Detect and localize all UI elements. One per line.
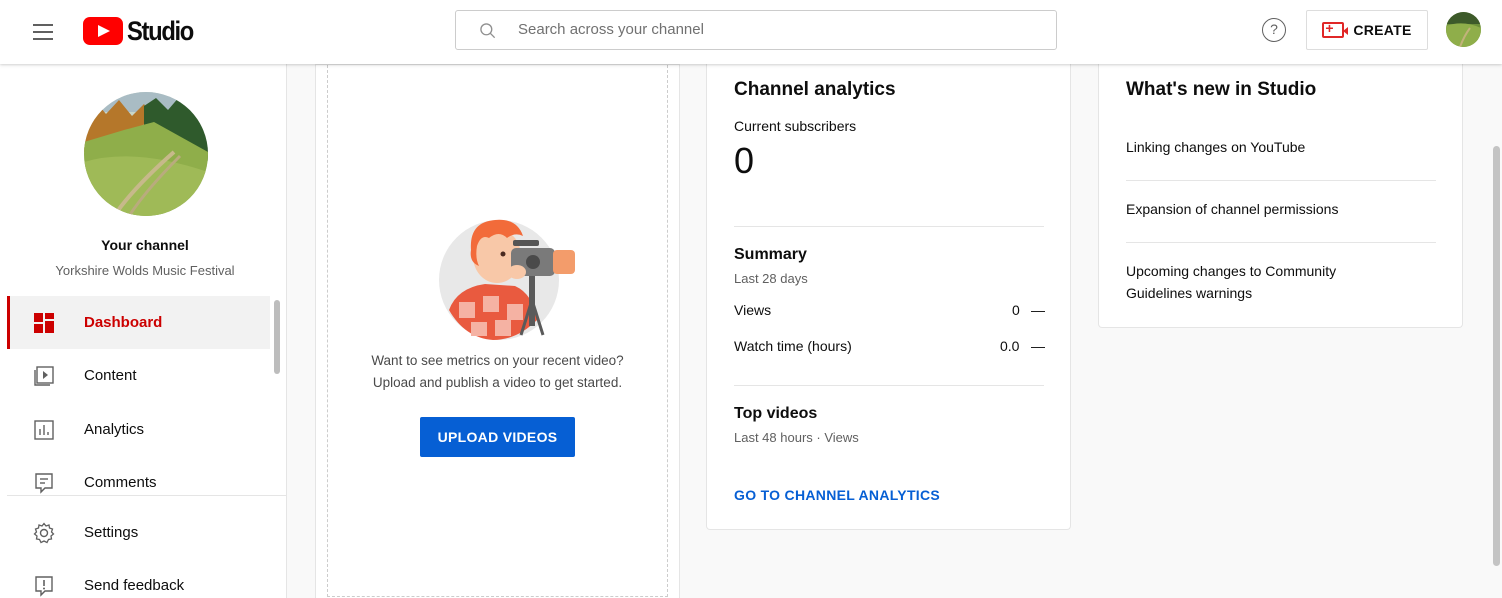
gear-icon xyxy=(33,521,55,543)
upload-video-card: Want to see metrics on your recent video… xyxy=(315,64,680,598)
upload-prompt-line-2: Upload and publish a video to get starte… xyxy=(372,375,623,390)
sidebar-item-settings[interactable]: Settings xyxy=(7,506,270,559)
camera-operator-illustration xyxy=(439,219,575,340)
logo-text: Studio xyxy=(127,15,194,46)
search-box[interactable] xyxy=(455,10,1057,50)
dashboard-icon xyxy=(34,312,54,333)
sidebar-item-label: Content xyxy=(84,367,137,384)
sidebar-scrollbar[interactable] xyxy=(274,300,280,374)
news-divider xyxy=(1126,242,1436,243)
upload-prompt: Want to see metrics on your recent video… xyxy=(316,350,679,394)
top-bar: Studio ? CREATE xyxy=(0,0,1502,64)
analytics-icon xyxy=(34,419,54,440)
sidebar-item-label: Send feedback xyxy=(84,577,185,594)
help-icon[interactable]: ? xyxy=(1262,18,1286,42)
summary-period: Last 28 days xyxy=(734,271,808,286)
channel-avatar-image xyxy=(84,92,208,216)
upload-videos-button[interactable]: UPLOAD VIDEOS xyxy=(420,417,575,457)
search-icon xyxy=(480,23,496,39)
create-button[interactable]: CREATE xyxy=(1306,10,1428,50)
watch-time-value: 0.0 xyxy=(1000,338,1020,354)
search-input[interactable] xyxy=(518,11,1038,49)
sidebar-item-label: Comments xyxy=(84,474,157,491)
subscribers-count: 0 xyxy=(734,140,755,181)
feedback-icon xyxy=(35,575,53,597)
sidebar-divider xyxy=(7,495,287,496)
sidebar-item-send-feedback[interactable]: Send feedback xyxy=(7,559,270,598)
sidebar-item-analytics[interactable]: Analytics xyxy=(7,403,270,456)
video-add-icon xyxy=(1322,20,1349,38)
channel-avatar[interactable] xyxy=(84,92,208,216)
analytics-title: Channel analytics xyxy=(734,79,896,100)
subscribers-label: Current subscribers xyxy=(734,118,857,134)
top-videos-title: Top videos xyxy=(734,405,818,422)
comments-icon xyxy=(35,472,53,494)
channel-title: Your channel xyxy=(101,237,189,253)
news-item[interactable]: Expansion of channel permissions xyxy=(1126,198,1436,220)
news-item[interactable]: Upcoming changes to Community Guidelines… xyxy=(1126,260,1366,304)
youtube-play-icon xyxy=(83,17,123,45)
channel-analytics-card: Channel analytics Current subscribers 0 … xyxy=(706,64,1071,530)
news-divider xyxy=(1126,180,1436,181)
content-icon xyxy=(34,365,54,386)
sidebar-item-label: Analytics xyxy=(84,421,145,438)
top-videos-sub: Last 48 hours · Views xyxy=(734,430,859,445)
menu-icon[interactable] xyxy=(28,20,58,44)
news-item[interactable]: Linking changes on YouTube xyxy=(1126,136,1436,158)
views-label: Views xyxy=(734,302,772,318)
upload-prompt-line-1: Want to see metrics on your recent video… xyxy=(371,353,624,368)
create-label: CREATE xyxy=(1353,22,1412,38)
analytics-divider xyxy=(734,385,1044,386)
watch-time-label: Watch time (hours) xyxy=(734,338,852,354)
studio-logo[interactable]: Studio xyxy=(83,16,202,46)
views-value: 0 xyxy=(1012,302,1020,318)
sidebar: Your channel Yorkshire Wolds Music Festi… xyxy=(0,64,287,598)
whats-new-title: What's new in Studio xyxy=(1126,79,1317,100)
summary-title: Summary xyxy=(734,246,807,263)
sidebar-item-label: Settings xyxy=(84,524,139,541)
channel-name: Yorkshire Wolds Music Festival xyxy=(55,263,235,278)
page-scrollbar-thumb[interactable] xyxy=(1493,146,1500,566)
whats-new-card: What's new in Studio Linking changes on … xyxy=(1098,64,1463,328)
account-avatar[interactable] xyxy=(1446,12,1481,47)
sidebar-item-content[interactable]: Content xyxy=(7,349,270,402)
sidebar-item-comments[interactable]: Comments xyxy=(7,456,270,509)
watch-time-trend: — xyxy=(1031,338,1045,354)
sidebar-item-label: Dashboard xyxy=(84,314,163,331)
go-to-channel-analytics-link[interactable]: GO TO CHANNEL ANALYTICS xyxy=(734,487,940,503)
avatar-image xyxy=(1446,12,1481,47)
analytics-divider xyxy=(734,226,1044,227)
sidebar-item-dashboard[interactable]: Dashboard xyxy=(7,296,270,349)
views-trend: — xyxy=(1031,302,1045,318)
